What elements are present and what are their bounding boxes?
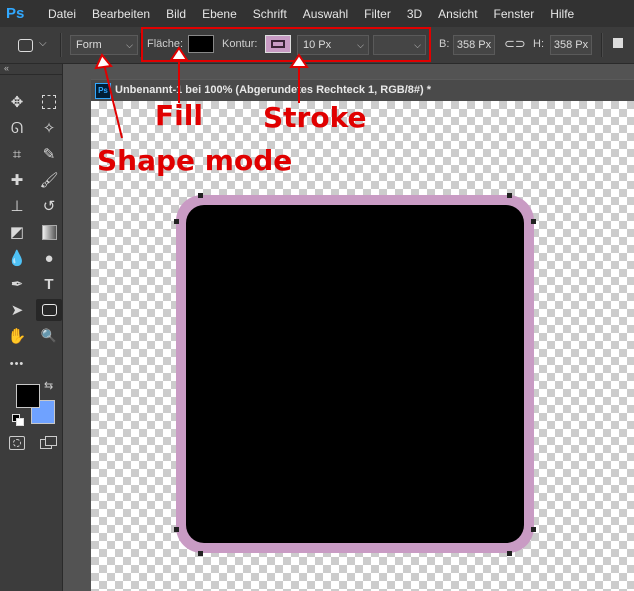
anchor-point[interactable] (198, 193, 203, 198)
menu-3d[interactable]: 3D (399, 7, 430, 21)
zoom-tool-icon[interactable]: 🔍 (36, 325, 62, 347)
anchor-point[interactable] (174, 219, 179, 224)
menu-filter[interactable]: Filter (356, 7, 399, 21)
history-brush-tool-icon[interactable]: ↺ (36, 195, 62, 217)
eraser-tool-icon[interactable]: ◩ (4, 221, 30, 243)
divider (601, 33, 603, 57)
shape-fill (186, 205, 524, 543)
menu-type[interactable]: Schrift (245, 7, 295, 21)
crop-tool-icon[interactable]: ⌗ (4, 143, 30, 165)
lasso-tool-icon[interactable]: ᘏ (4, 117, 30, 139)
clone-stamp-tool-icon[interactable]: ⊥ (4, 195, 30, 217)
options-bar: ⌵ Form ⌵ Fläche: Kontur: 10 Px ⌵ ⌵ B: 35… (0, 27, 634, 64)
fill-stroke-highlight-box (141, 27, 431, 62)
shape-mode-annotation: Shape mode (97, 144, 293, 177)
height-label: H: (533, 38, 544, 50)
menu-image[interactable]: Bild (158, 7, 194, 21)
tool-preset-picker[interactable]: ⌵ (14, 36, 48, 54)
height-input[interactable]: 358 Px (550, 35, 592, 55)
menu-help[interactable]: Hilfe (542, 7, 582, 21)
screen-mode-icon[interactable] (40, 436, 57, 449)
type-tool-icon[interactable]: T (36, 273, 62, 295)
collapse-panel-icon[interactable]: « (4, 63, 9, 73)
anchor-point[interactable] (174, 527, 179, 532)
quick-mask-icon[interactable] (9, 436, 25, 450)
healing-brush-tool-icon[interactable]: ✚ (4, 169, 30, 191)
rounded-rectangle-tool-icon[interactable] (36, 299, 62, 321)
anchor-point[interactable] (531, 219, 536, 224)
width-label: B: (439, 38, 450, 50)
divider (60, 33, 62, 57)
pen-tool-icon[interactable]: ✒ (4, 273, 30, 295)
stroke-annotation: Stroke (263, 101, 367, 134)
default-colors-icon[interactable] (12, 414, 24, 426)
menu-file[interactable]: Datei (40, 7, 84, 21)
mode-select[interactable]: Form ⌵ (70, 35, 138, 55)
dodge-tool-icon[interactable]: ● (36, 247, 62, 269)
anchor-point[interactable] (198, 551, 203, 556)
magic-wand-tool-icon[interactable]: ✧ (36, 117, 62, 139)
blur-tool-icon[interactable]: 💧 (4, 247, 30, 269)
menu-window[interactable]: Fenster (486, 7, 543, 21)
chevron-down-icon: ⌵ (39, 38, 47, 49)
chevron-down-icon: ⌵ (126, 40, 133, 50)
document-tab[interactable]: Ps Unbenannt-1 bei 100% (Abgerundetes Re… (91, 79, 634, 101)
fill-annotation: Fill (155, 99, 203, 132)
menu-edit[interactable]: Bearbeiten (84, 7, 158, 21)
anchor-point[interactable] (531, 527, 536, 532)
link-icon[interactable]: ⊂⊃ (504, 36, 526, 52)
marquee-tool-icon[interactable] (36, 91, 62, 113)
anchor-point[interactable] (507, 193, 512, 198)
foreground-color-swatch[interactable] (16, 384, 40, 408)
mode-value: Form (76, 39, 102, 51)
photoshop-document-icon: Ps (95, 83, 111, 99)
eyedropper-tool-icon[interactable]: ✎ (36, 143, 62, 165)
anchor-point[interactable] (507, 551, 512, 556)
swap-colors-icon[interactable]: ⇆ (44, 379, 53, 392)
rounded-rectangle-icon (18, 39, 33, 52)
toolbox-grip[interactable] (0, 74, 62, 81)
rounded-rectangle-shape[interactable] (176, 195, 534, 553)
menu-select[interactable]: Auswahl (295, 7, 356, 21)
more-tools-icon[interactable]: ••• (4, 353, 30, 375)
menu-bar: Ps Datei Bearbeiten Bild Ebene Schrift A… (0, 0, 634, 27)
path-operations-icon[interactable] (612, 36, 626, 50)
photoshop-logo: Ps (6, 4, 25, 22)
brush-tool-icon[interactable]: 🖌 (36, 169, 62, 191)
move-tool-icon[interactable]: ✥ (4, 91, 30, 113)
hand-tool-icon[interactable]: ✋ (4, 325, 30, 347)
menu-layer[interactable]: Ebene (194, 7, 245, 21)
gradient-tool-icon[interactable] (36, 221, 62, 243)
path-selection-tool-icon[interactable]: ➤ (4, 299, 30, 321)
width-input[interactable]: 358 Px (453, 35, 495, 55)
toolbox: « ✥ ᘏ ✧ ⌗ ✎ ✚ 🖌 ⊥ ↺ ◩ 💧 ● ✒ T ➤ ✋ 🔍 ••• … (0, 63, 63, 591)
menu-view[interactable]: Ansicht (430, 7, 485, 21)
document-title: Unbenannt-1 bei 100% (Abgerundetes Recht… (115, 84, 432, 96)
